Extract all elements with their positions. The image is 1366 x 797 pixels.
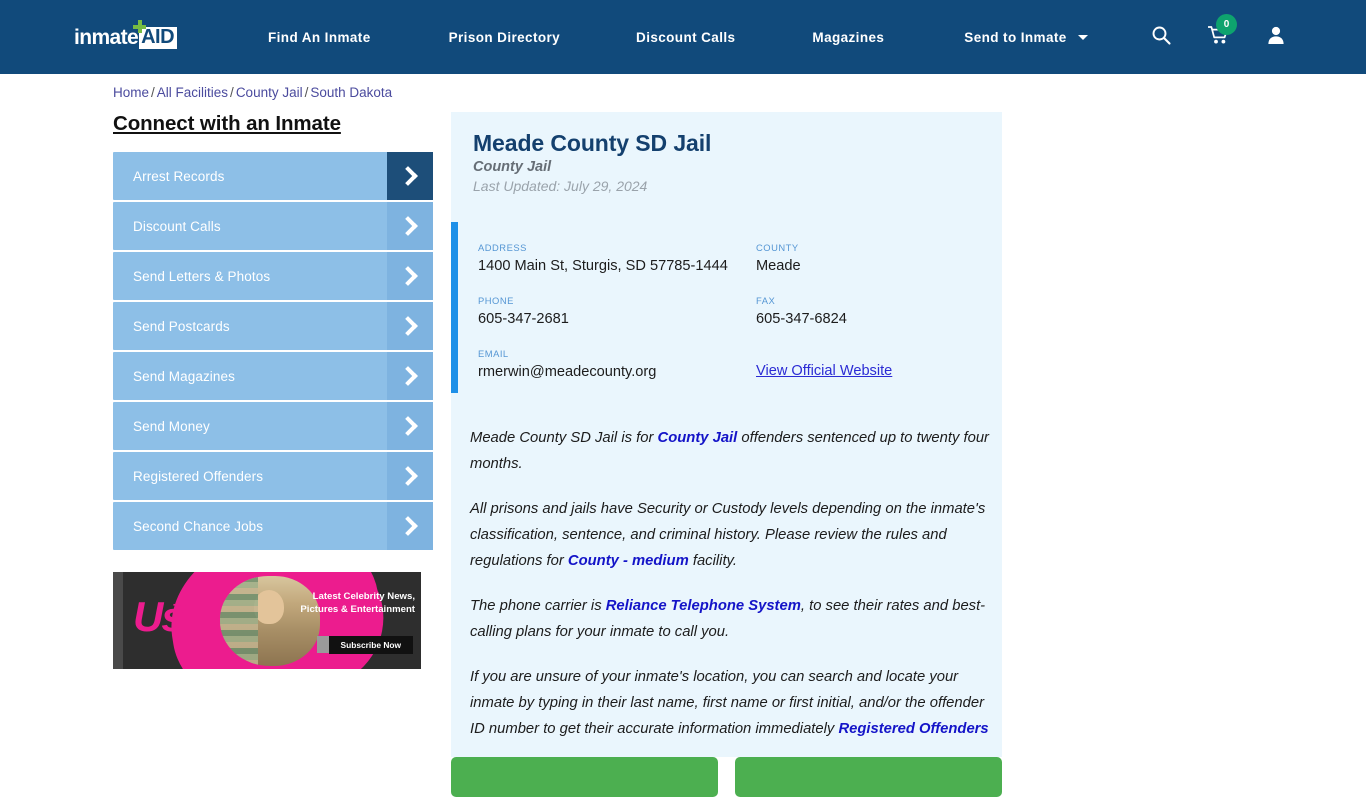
sidebar-item-label: Send Postcards xyxy=(133,318,230,334)
contact-value-email: rmerwin@meadecounty.org xyxy=(478,364,657,380)
facility-card: Meade County SD Jail County Jail Last Up… xyxy=(451,112,1002,757)
sidebar-item-registered-offenders[interactable]: Registered Offenders xyxy=(113,452,433,500)
sidebar-item-label: Discount Calls xyxy=(133,218,221,234)
nav-item-send-to-inmate[interactable]: Send to Inmate xyxy=(964,30,1088,45)
chevron-right-icon xyxy=(387,452,433,500)
chevron-right-icon xyxy=(387,202,433,250)
nav-item-discount-calls[interactable]: Discount Calls xyxy=(636,30,735,45)
paragraph-4-highlight[interactable]: Registered Offenders xyxy=(838,721,988,737)
sidebar-ad-banner[interactable]: Us ▪▪▪▪ Latest Celebrity News, Pictures … xyxy=(113,572,421,669)
breadcrumb-item-south-dakota[interactable]: South Dakota xyxy=(310,85,392,100)
breadcrumb-separator: / xyxy=(304,85,309,100)
cart-count-badge: 0 xyxy=(1216,13,1237,35)
contact-label-phone: PHONE xyxy=(478,295,514,306)
breadcrumb-separator: / xyxy=(151,85,155,100)
sidebar-item-discount-calls[interactable]: Discount Calls xyxy=(113,202,433,250)
contact-field-email: EMAIL rmerwin@meadecounty.org xyxy=(478,348,756,382)
site-logo[interactable]: inmate AID xyxy=(74,20,178,49)
page-title: Meade County SD Jail xyxy=(473,130,712,156)
logo-wordmark: inmate xyxy=(74,26,139,49)
description-paragraph-4: If you are unsure of your inmate's locat… xyxy=(470,664,993,742)
breadcrumb: Home / All Facilities / County Jail / South Da… xyxy=(113,85,392,100)
search-icon[interactable] xyxy=(1151,25,1171,50)
sidebar-item-label: Send Money xyxy=(133,418,210,434)
contact-field-fax: FAX 605-347-6824 xyxy=(756,295,978,329)
contact-value-phone: 605-347-2681 xyxy=(478,311,569,327)
sidebar-item-label: Send Magazines xyxy=(133,368,235,384)
ad-brand-dots: ▪▪▪▪ xyxy=(173,602,187,609)
chevron-right-icon xyxy=(387,152,433,200)
chevron-right-icon xyxy=(387,402,433,450)
user-icon[interactable] xyxy=(1266,25,1286,50)
breadcrumb-item-home[interactable]: Home xyxy=(113,85,149,100)
sidebar-item-label: Send Letters & Photos xyxy=(133,268,271,284)
nav-item-send-to-inmate-label: Send to Inmate xyxy=(964,29,1067,45)
paragraph-3-highlight[interactable]: Reliance Telephone System xyxy=(606,598,801,614)
ad-subscribe-button[interactable]: Subscribe Now xyxy=(328,636,413,654)
header-icon-group: 0 xyxy=(1151,0,1366,74)
paragraph-3-text-a: The phone carrier is xyxy=(470,598,606,614)
facility-type: County Jail xyxy=(473,159,552,175)
ad-headline: Latest Celebrity News, Pictures & Entert… xyxy=(300,591,415,615)
official-website-link[interactable]: View Official Website xyxy=(756,363,892,379)
description-paragraph-1: Meade County SD Jail is for County Jail … xyxy=(470,425,993,477)
contact-field-address: ADDRESS 1400 Main St, Sturgis, SD 57785-… xyxy=(478,242,756,276)
cart-icon[interactable]: 0 xyxy=(1207,13,1237,50)
contact-label-address: ADDRESS xyxy=(478,242,527,253)
description-paragraph-3: The phone carrier is Reliance Telephone … xyxy=(470,593,993,645)
paragraph-1-text-a: Meade County SD Jail is for xyxy=(470,430,658,446)
contact-label-website-spacer xyxy=(756,348,978,359)
chevron-down-icon xyxy=(1077,34,1088,40)
facility-description: Meade County SD Jail is for County Jail … xyxy=(470,425,993,761)
contact-value-address: 1400 Main St, Sturgis, SD 57785-1444 xyxy=(478,258,728,274)
paragraph-2-highlight[interactable]: County - medium xyxy=(568,553,689,569)
breadcrumb-item-county-jail[interactable]: County Jail xyxy=(236,85,303,100)
sidebar-item-send-money[interactable]: Send Money xyxy=(113,402,433,450)
contact-label-county: COUNTY xyxy=(756,242,799,253)
site-header: inmate AID Find An Inmate Prison Directo… xyxy=(0,0,1366,74)
action-button-row xyxy=(451,757,1002,797)
sidebar: Connect with an Inmate Arrest Records Di… xyxy=(113,112,433,552)
contact-label-email: EMAIL xyxy=(478,348,509,359)
paragraph-1-highlight[interactable]: County Jail xyxy=(658,430,738,446)
nav-item-magazines[interactable]: Magazines xyxy=(812,30,884,45)
action-button-right[interactable] xyxy=(735,757,1002,797)
medical-cross-icon xyxy=(133,20,147,33)
chevron-right-icon xyxy=(387,352,433,400)
contact-value-county: Meade xyxy=(756,258,801,274)
contact-field-website: View Official Website xyxy=(756,348,978,382)
sidebar-item-send-postcards[interactable]: Send Postcards xyxy=(113,302,433,350)
description-paragraph-2: All prisons and jails have Security or C… xyxy=(470,496,993,574)
sidebar-title: Connect with an Inmate xyxy=(113,112,341,135)
contact-field-county: COUNTY Meade xyxy=(756,242,978,276)
facility-last-updated: Last Updated: July 29, 2024 xyxy=(473,178,648,194)
breadcrumb-separator: / xyxy=(230,85,234,100)
logo-aid-badge: AID xyxy=(133,20,178,49)
contact-label-fax: FAX xyxy=(756,295,776,306)
sidebar-item-second-chance-jobs[interactable]: Second Chance Jobs xyxy=(113,502,433,550)
paragraph-2-text-b: facility. xyxy=(688,553,737,569)
ad-left-strip xyxy=(113,572,123,669)
sidebar-item-label: Registered Offenders xyxy=(133,468,264,484)
nav-item-find-an-inmate[interactable]: Find An Inmate xyxy=(268,30,371,45)
sidebar-item-send-letters-photos[interactable]: Send Letters & Photos xyxy=(113,252,433,300)
main-navigation: Find An Inmate Prison Directory Discount… xyxy=(268,0,1088,74)
nav-item-prison-directory[interactable]: Prison Directory xyxy=(449,30,560,45)
sidebar-item-label: Second Chance Jobs xyxy=(133,518,264,534)
contact-value-fax: 605-347-6824 xyxy=(756,311,847,327)
chevron-right-icon xyxy=(387,502,433,550)
chevron-right-icon xyxy=(387,302,433,350)
contact-field-phone: PHONE 605-347-2681 xyxy=(478,295,756,329)
chevron-right-icon xyxy=(387,252,433,300)
breadcrumb-item-all-facilities[interactable]: All Facilities xyxy=(157,85,228,100)
sidebar-item-send-magazines[interactable]: Send Magazines xyxy=(113,352,433,400)
facility-contact-block: ADDRESS 1400 Main St, Sturgis, SD 57785-… xyxy=(451,222,1002,393)
action-button-left[interactable] xyxy=(451,757,718,797)
sidebar-item-label: Arrest Records xyxy=(133,168,225,184)
accent-bar xyxy=(451,222,458,393)
sidebar-item-arrest-records[interactable]: Arrest Records xyxy=(113,152,433,200)
